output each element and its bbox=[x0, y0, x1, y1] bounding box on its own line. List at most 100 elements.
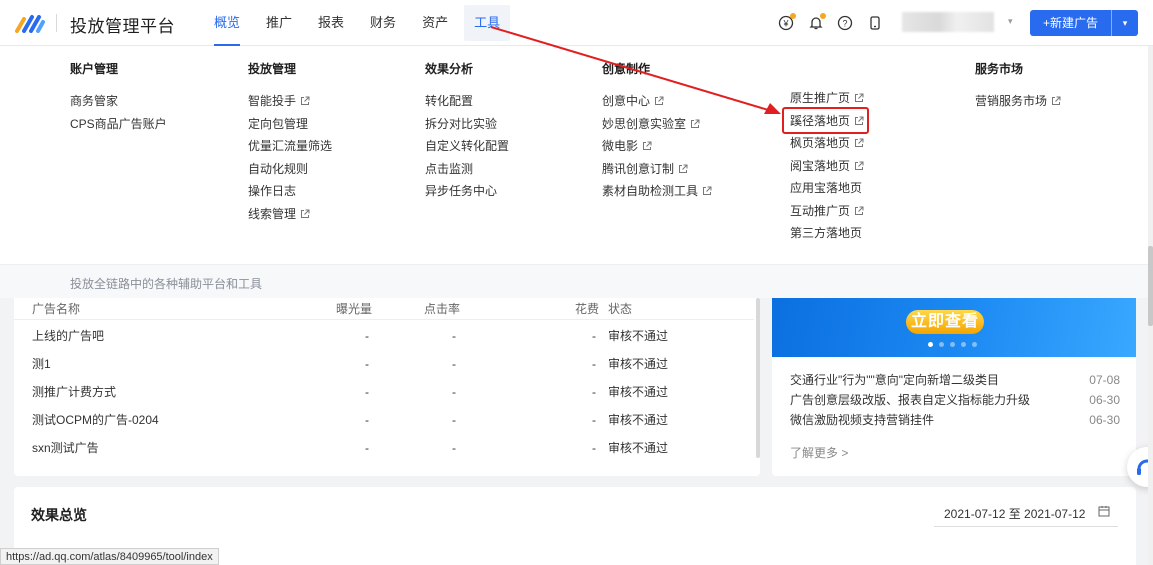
view-now-button[interactable]: 立即查看 bbox=[906, 310, 984, 334]
nav-tab-tools[interactable]: 工具 bbox=[464, 5, 511, 41]
nav-tab-assets[interactable]: 资产 bbox=[412, 0, 458, 46]
page-scrollbar[interactable] bbox=[1148, 46, 1153, 565]
menu-item-smart-bidder[interactable]: 智能投手 bbox=[248, 90, 332, 113]
menu-item-cps-account[interactable]: CPS商品广告账户 bbox=[70, 113, 167, 136]
menu-item-yuebao-landing[interactable]: 阅宝落地页 bbox=[790, 155, 864, 178]
promo-banner[interactable]: 立即查看 bbox=[772, 298, 1136, 357]
carousel-dot[interactable] bbox=[972, 342, 977, 347]
date-range-picker[interactable]: 2021-07-12 至 2021-07-12 bbox=[934, 501, 1118, 527]
carousel-dot[interactable] bbox=[950, 342, 955, 347]
menu-column-title: 投放管理 bbox=[248, 62, 297, 76]
menu-item-creative-lab[interactable]: 妙思创意实验室 bbox=[602, 113, 712, 136]
external-link-icon bbox=[855, 206, 864, 215]
nav-tab-finance[interactable]: 财务 bbox=[360, 0, 406, 46]
menu-item-creative-center[interactable]: 创意中心 bbox=[602, 90, 712, 113]
menu-item-conversion-config[interactable]: 转化配置 bbox=[425, 90, 509, 113]
news-date: 06-30 bbox=[1089, 393, 1120, 407]
help-icon[interactable]: ? bbox=[836, 14, 854, 32]
carousel-dot[interactable] bbox=[928, 342, 933, 347]
new-ad-label[interactable]: +新建广告 bbox=[1030, 10, 1112, 36]
menu-item-async-tasks[interactable]: 异步任务中心 bbox=[425, 180, 509, 203]
table-row[interactable]: 测1 - - - 审核不通过 bbox=[14, 353, 754, 381]
learn-more-link[interactable]: 了解更多 > bbox=[790, 444, 848, 461]
menu-item-custom-conversion[interactable]: 自定义转化配置 bbox=[425, 135, 509, 158]
impressions-value: - bbox=[365, 357, 369, 371]
menu-item-operation-log[interactable]: 操作日志 bbox=[248, 180, 332, 203]
menu-item-lead-management[interactable]: 线索管理 bbox=[248, 203, 332, 226]
menu-item-appstore-landing[interactable]: 应用宝落地页 bbox=[790, 177, 864, 200]
platform-logo[interactable] bbox=[15, 13, 45, 33]
annotation-highlight-box bbox=[782, 107, 869, 134]
new-ad-button[interactable]: +新建广告 ▾ bbox=[1030, 10, 1138, 36]
status-value: 审核不通过 bbox=[608, 413, 669, 427]
ad-name[interactable]: 测1 bbox=[32, 353, 51, 375]
nav-tab-promotion[interactable]: 推广 bbox=[256, 0, 302, 46]
menu-item-label[interactable]: 创意中心 bbox=[602, 90, 650, 113]
calendar-icon[interactable] bbox=[1098, 505, 1110, 517]
platform-title: 投放管理平台 bbox=[70, 17, 175, 36]
news-title[interactable]: 广告创意层级改版、报表自定义指标能力升级 bbox=[790, 393, 1030, 407]
external-link-icon bbox=[855, 138, 864, 148]
table-row[interactable]: 测推广计费方式 - - - 审核不通过 bbox=[14, 381, 754, 409]
news-title[interactable]: 微信激励视频支持营销挂件 bbox=[790, 413, 934, 427]
scrollbar-thumb[interactable] bbox=[1148, 246, 1153, 326]
menu-item-label[interactable]: 微电影 bbox=[602, 135, 638, 158]
menu-item-label[interactable]: 互动推广页 bbox=[790, 200, 850, 223]
menu-item-automation-rules[interactable]: 自动化规则 bbox=[248, 158, 332, 181]
menu-item-label[interactable]: 腾讯创意订制 bbox=[602, 158, 674, 181]
logo-divider bbox=[56, 14, 57, 32]
carousel-dot[interactable] bbox=[961, 342, 966, 347]
menu-item-label[interactable]: 智能投手 bbox=[248, 90, 296, 113]
news-item[interactable]: 交通行业"行为""意向"定向新增二级类目 07-08 bbox=[790, 370, 1120, 390]
table-row[interactable]: 上线的广告吧 - - - 审核不通过 bbox=[14, 325, 754, 353]
news-item[interactable]: 微信激励视频支持营销挂件 06-30 bbox=[790, 410, 1120, 430]
ad-name[interactable]: sxn测试广告 bbox=[32, 437, 99, 459]
menu-item-material-check[interactable]: 素材自助检测工具 bbox=[602, 180, 712, 203]
menu-item-micro-film[interactable]: 微电影 bbox=[602, 135, 712, 158]
coin-icon[interactable]: ¥ bbox=[777, 13, 796, 32]
ad-name[interactable]: 测试OCPM的广告-0204 bbox=[32, 409, 159, 431]
ad-name[interactable]: 测推广计费方式 bbox=[32, 381, 116, 403]
status-value: 审核不通过 bbox=[608, 329, 669, 343]
menu-item-label[interactable]: 营销服务市场 bbox=[975, 90, 1047, 113]
menu-item-custom-creative[interactable]: 腾讯创意订制 bbox=[602, 158, 712, 181]
menu-column-delivery: 投放管理 智能投手 定向包管理 优量汇流量筛选 自动化规则 操作日志 线索管理 bbox=[248, 62, 332, 225]
impressions-value: - bbox=[365, 413, 369, 427]
nav-tab-reports[interactable]: 报表 bbox=[308, 0, 354, 46]
menu-item-traffic-filter[interactable]: 优量汇流量筛选 bbox=[248, 135, 332, 158]
menu-item-business-manager[interactable]: 商务管家 bbox=[70, 90, 167, 113]
menu-item-targeting-package[interactable]: 定向包管理 bbox=[248, 113, 332, 136]
bell-icon[interactable] bbox=[807, 13, 826, 32]
table-row[interactable]: sxn测试广告 - - - 审核不通过 bbox=[14, 437, 754, 465]
menu-item-label[interactable]: 线索管理 bbox=[248, 203, 296, 226]
nav-tab-overview[interactable]: 概览 bbox=[204, 0, 250, 46]
menu-item-service-market[interactable]: 营销服务市场 bbox=[975, 90, 1061, 113]
header-ctr: 点击率 bbox=[424, 302, 461, 316]
menu-item-label[interactable]: 阅宝落地页 bbox=[790, 155, 850, 178]
menu-item-third-party-landing[interactable]: 第三方落地页 bbox=[790, 222, 864, 245]
mobile-icon[interactable] bbox=[866, 14, 884, 32]
table-scrollbar[interactable] bbox=[756, 298, 760, 458]
carousel-dot[interactable] bbox=[939, 342, 944, 347]
menu-item-label[interactable]: 妙思创意实验室 bbox=[602, 113, 686, 136]
external-link-icon bbox=[703, 186, 712, 196]
caret-down-icon[interactable]: ▾ bbox=[1008, 16, 1013, 27]
ad-name[interactable]: 上线的广告吧 bbox=[32, 325, 104, 347]
menu-item-label[interactable]: 素材自助检测工具 bbox=[602, 180, 698, 203]
news-item[interactable]: 广告创意层级改版、报表自定义指标能力升级 06-30 bbox=[790, 390, 1120, 410]
main-nav-tabs: 概览 推广 报表 财务 资产 工具 bbox=[204, 0, 516, 46]
menu-item-interactive-page[interactable]: 互动推广页 bbox=[790, 200, 864, 223]
news-title[interactable]: 交通行业"行为""意向"定向新增二级类目 bbox=[790, 373, 999, 387]
chevron-down-icon[interactable]: ▾ bbox=[1112, 18, 1138, 29]
user-account-name[interactable] bbox=[902, 12, 994, 32]
cost-value: - bbox=[592, 357, 596, 371]
table-header: 广告名称 曝光量 点击率 花费 状态 bbox=[14, 298, 754, 320]
menu-item-label[interactable]: 枫页落地页 bbox=[790, 132, 850, 155]
menu-item-fengye-landing[interactable]: 枫页落地页 bbox=[790, 132, 864, 155]
svg-text:¥: ¥ bbox=[782, 19, 789, 29]
ctr-value: - bbox=[452, 329, 456, 343]
menu-item-click-monitor[interactable]: 点击监测 bbox=[425, 158, 509, 181]
table-row[interactable]: 测试OCPM的广告-0204 - - - 审核不通过 bbox=[14, 409, 754, 437]
menu-item-ab-test[interactable]: 拆分对比实验 bbox=[425, 113, 509, 136]
carousel-dots bbox=[928, 342, 977, 347]
